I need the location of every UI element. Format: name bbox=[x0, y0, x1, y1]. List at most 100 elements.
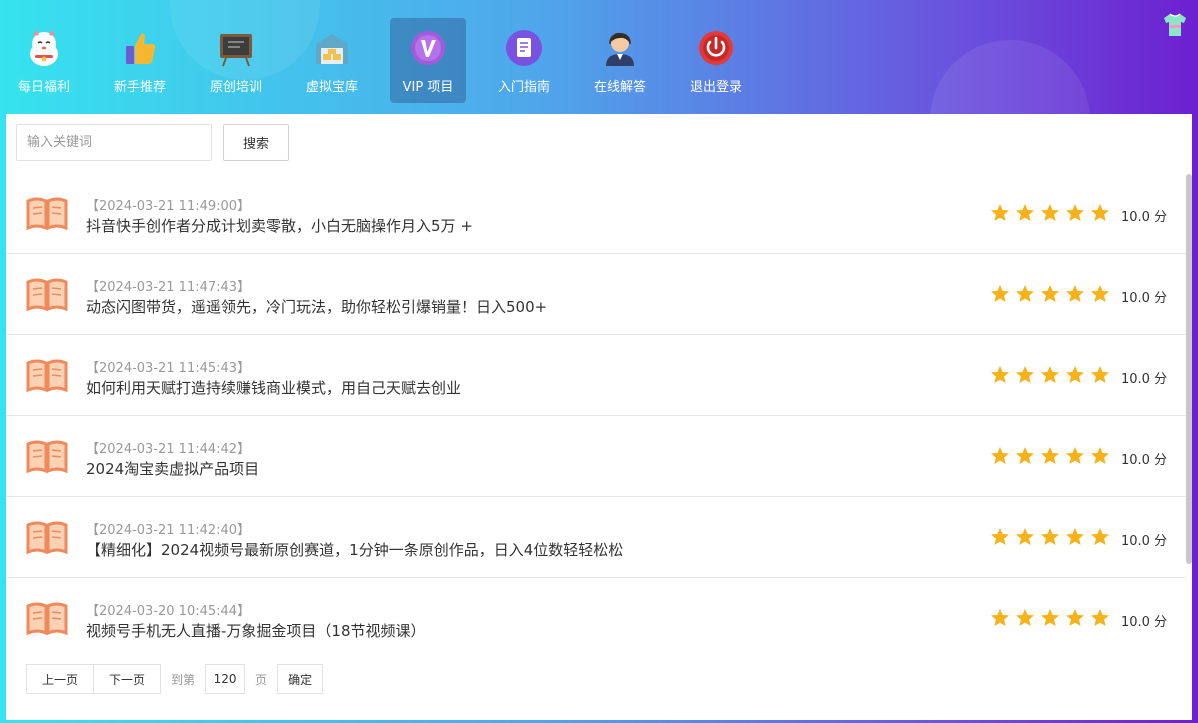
nav-item-label: 新手推荐 bbox=[113, 80, 166, 95]
document-guide-icon bbox=[504, 28, 544, 68]
nav-item-beginner-recommend[interactable]: 新手推荐 bbox=[102, 18, 178, 103]
star-icon bbox=[1091, 528, 1109, 545]
star-icon bbox=[1016, 204, 1034, 221]
nav-item-getting-started[interactable]: 入门指南 bbox=[486, 18, 562, 103]
nav-item-label: VIP 项目 bbox=[402, 80, 454, 95]
open-book-icon bbox=[26, 359, 68, 393]
power-icon bbox=[696, 28, 736, 68]
star-icon bbox=[1066, 609, 1084, 626]
item-title-link[interactable]: 抖音快手创作者分成计划卖零散，小白无脑操作月入5万 + bbox=[86, 215, 473, 236]
star-icon bbox=[1041, 204, 1059, 221]
star-icon bbox=[1066, 528, 1084, 545]
nav-item-label: 入门指南 bbox=[497, 80, 550, 95]
scrollbar[interactable] bbox=[1186, 174, 1192, 564]
rating-stars bbox=[990, 284, 1115, 304]
treasure-warehouse-icon bbox=[312, 28, 352, 68]
star-icon bbox=[1066, 204, 1084, 221]
item-title-link[interactable]: 动态闪图带货，遥遥领先，冷门玩法，助你轻松引爆销量！日入500+ bbox=[86, 296, 547, 317]
pagination: 上一页 下一页 到第 页 确定 bbox=[26, 664, 324, 694]
rating-stars bbox=[990, 203, 1115, 223]
item-date: 【2024-03-21 11:45:43】 bbox=[86, 361, 251, 376]
item-score: 10.0 分 bbox=[1121, 453, 1168, 468]
star-icon bbox=[1091, 609, 1109, 626]
star-icon bbox=[1016, 366, 1034, 383]
rating-stars bbox=[990, 608, 1115, 628]
page-number-input[interactable] bbox=[205, 664, 246, 694]
nav-item-label: 每日福利 bbox=[17, 80, 70, 95]
star-icon bbox=[1066, 285, 1084, 302]
item-date: 【2024-03-21 11:47:43】 bbox=[86, 280, 251, 295]
item-score: 10.0 分 bbox=[1121, 534, 1168, 549]
star-icon bbox=[1066, 366, 1084, 383]
list-item[interactable]: 【2024-03-21 11:45:43】 如何利用天赋打造持续赚钱商业模式，用自… bbox=[6, 335, 1186, 416]
list-item[interactable]: 【2024-03-21 11:47:43】 动态闪图带货，遥遥领先，冷门玩法，助你… bbox=[6, 254, 1186, 335]
item-title-link[interactable]: 2024淘宝卖虚拟产品项目 bbox=[86, 458, 259, 479]
list-item[interactable]: 【2024-03-21 11:49:00】 抖音快手创作者分成计划卖零散，小白无脑… bbox=[6, 173, 1186, 254]
confirm-page-button[interactable]: 确定 bbox=[277, 664, 324, 694]
star-icon bbox=[991, 204, 1009, 221]
star-icon bbox=[1041, 285, 1059, 302]
star-icon bbox=[991, 366, 1009, 383]
open-book-icon bbox=[26, 602, 68, 636]
page-suffix-label: 页 bbox=[255, 672, 268, 687]
star-icon bbox=[1091, 204, 1109, 221]
top-navigation-bar: 每日福利 新手推荐 原创培训 虚拟宝库 VIP 项目 入门指南 在线解答 退出登… bbox=[0, 0, 1198, 114]
search-input[interactable] bbox=[16, 124, 212, 161]
rating-stars bbox=[990, 365, 1115, 385]
nav-item-virtual-treasury[interactable]: 虚拟宝库 bbox=[294, 18, 370, 103]
nav-item-original-training[interactable]: 原创培训 bbox=[198, 18, 274, 103]
nav-item-daily-welfare[interactable]: 每日福利 bbox=[6, 18, 82, 103]
item-date: 【2024-03-20 10:45:44】 bbox=[86, 604, 251, 619]
item-date: 【2024-03-21 11:49:00】 bbox=[86, 199, 251, 214]
item-score: 10.0 分 bbox=[1121, 291, 1168, 306]
decorative-circle bbox=[930, 40, 1090, 114]
lucky-cat-icon bbox=[24, 28, 64, 68]
star-icon bbox=[991, 528, 1009, 545]
star-icon bbox=[1016, 285, 1034, 302]
vip-badge-icon bbox=[408, 28, 448, 68]
star-icon bbox=[1041, 609, 1059, 626]
star-icon bbox=[1041, 366, 1059, 383]
star-icon bbox=[1091, 285, 1109, 302]
item-title-link[interactable]: 如何利用天赋打造持续赚钱商业模式，用自己天赋去创业 bbox=[86, 377, 461, 398]
nav-item-logout[interactable]: 退出登录 bbox=[678, 18, 754, 103]
nav-item-label: 退出登录 bbox=[689, 80, 742, 95]
support-agent-icon bbox=[600, 28, 640, 68]
search-button[interactable]: 搜索 bbox=[223, 124, 289, 161]
nav-item-label: 虚拟宝库 bbox=[305, 80, 358, 95]
open-book-icon bbox=[26, 197, 68, 231]
star-icon bbox=[1066, 447, 1084, 464]
star-icon bbox=[991, 447, 1009, 464]
open-book-icon bbox=[26, 278, 68, 312]
item-title-link[interactable]: 视频号手机无人直播-万象掘金项目（18节视频课） bbox=[86, 620, 426, 641]
prev-page-button[interactable]: 上一页 bbox=[26, 664, 95, 694]
goto-page-label: 到第 bbox=[171, 672, 196, 687]
star-icon bbox=[1016, 609, 1034, 626]
item-score: 10.0 分 bbox=[1121, 210, 1168, 225]
list-item[interactable]: 【2024-03-21 11:42:40】 【精细化】2024视频号最新原创赛道，… bbox=[6, 497, 1186, 578]
list-item[interactable]: 【2024-03-20 10:45:44】 视频号手机无人直播-万象掘金项目（18… bbox=[6, 578, 1186, 659]
next-page-button[interactable]: 下一页 bbox=[94, 664, 162, 694]
tshirt-skin-icon[interactable] bbox=[1162, 12, 1188, 38]
content-panel: 搜索 【2024-03-21 11:49:00】抖音快手创作者分成计划卖零散，小… bbox=[6, 114, 1192, 720]
star-icon bbox=[1091, 447, 1109, 464]
main-nav: 每日福利 新手推荐 原创培训 虚拟宝库 VIP 项目 入门指南 在线解答 退出登… bbox=[6, 18, 774, 103]
list-item[interactable]: 【2024-03-21 11:44:42】 2024淘宝卖虚拟产品项目 10.0 分 bbox=[6, 416, 1186, 497]
star-icon bbox=[1041, 528, 1059, 545]
thumbs-up-icon bbox=[120, 28, 160, 68]
project-list: 【2024-03-21 11:49:00】 抖音快手创作者分成计划卖零散，小白无脑… bbox=[6, 173, 1186, 659]
nav-item-vip-project[interactable]: VIP 项目 bbox=[390, 18, 466, 103]
nav-item-online-answers[interactable]: 在线解答 bbox=[582, 18, 658, 103]
rating-stars bbox=[990, 446, 1115, 466]
star-icon bbox=[991, 609, 1009, 626]
rating-stars bbox=[990, 527, 1115, 547]
nav-item-label: 在线解答 bbox=[593, 80, 646, 95]
blackboard-icon bbox=[216, 28, 256, 68]
open-book-icon bbox=[26, 521, 68, 555]
star-icon bbox=[1041, 447, 1059, 464]
item-date: 【2024-03-21 11:42:40】 bbox=[86, 523, 251, 538]
item-title-link[interactable]: 【精细化】2024视频号最新原创赛道，1分钟一条原创作品，日入4位数轻轻松松 bbox=[86, 539, 623, 560]
star-icon bbox=[1091, 366, 1109, 383]
item-score: 10.0 分 bbox=[1121, 615, 1168, 630]
item-date: 【2024-03-21 11:44:42】 bbox=[86, 442, 251, 457]
